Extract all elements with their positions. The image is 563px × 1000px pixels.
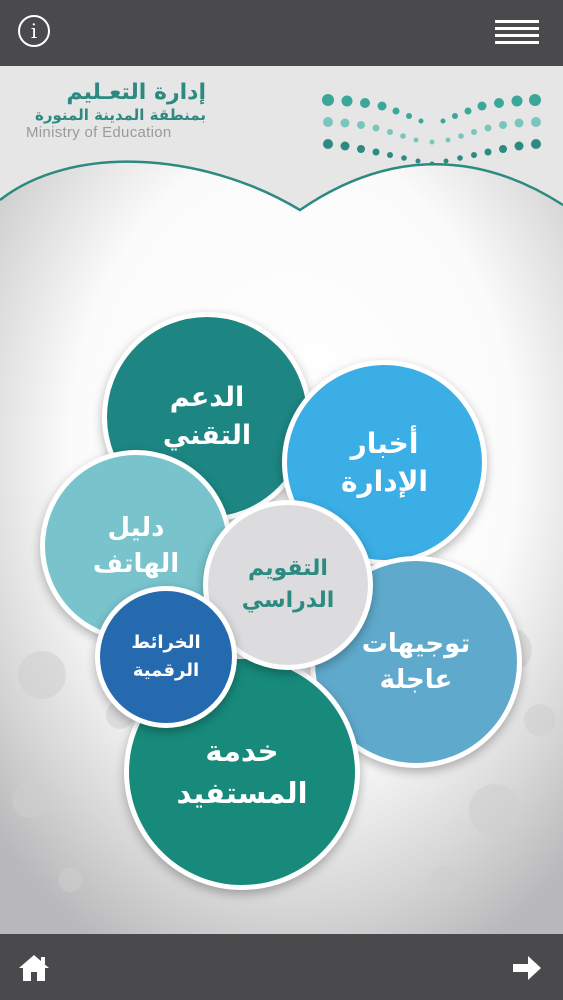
logo-english-title: Ministry of Education [26, 124, 172, 141]
info-button[interactable]: i [18, 15, 50, 47]
digital-maps-label: الخرائط الرقمية [131, 632, 201, 681]
administration-news-label: أخبار الإدارة [340, 426, 429, 498]
home-icon [19, 955, 49, 981]
next-button[interactable] [511, 953, 543, 987]
logo-arabic-title: إدارة التعـليم [66, 80, 206, 105]
technical-support-label: الدعم التقني [162, 382, 252, 451]
hamburger-menu-icon [495, 20, 539, 23]
bottom-bar [0, 934, 563, 1000]
digital-maps-button[interactable]: الخرائط الرقمية [95, 586, 237, 728]
arrow-right-icon [513, 956, 541, 980]
ministry-logo-text: إدارة التعـليم بمنطقة المدينة المنورة Mi… [26, 80, 206, 142]
top-bar: i [0, 0, 563, 66]
academic-calendar-label: التقويم الدراسي [241, 556, 335, 613]
hamburger-menu-button[interactable] [495, 20, 539, 44]
phone-directory-label: دليل الهاتف [92, 513, 180, 579]
beneficiary-service-label: خدمة المستفيد [176, 734, 308, 810]
home-button[interactable] [17, 953, 51, 987]
info-icon: i [30, 19, 38, 43]
urgent-directives-label: توجيهات عاجلة [361, 629, 471, 695]
ministry-dots-logo-icon [322, 94, 541, 167]
logo-arabic-subtitle: بمنطقة المدينة المنورة [35, 106, 206, 124]
